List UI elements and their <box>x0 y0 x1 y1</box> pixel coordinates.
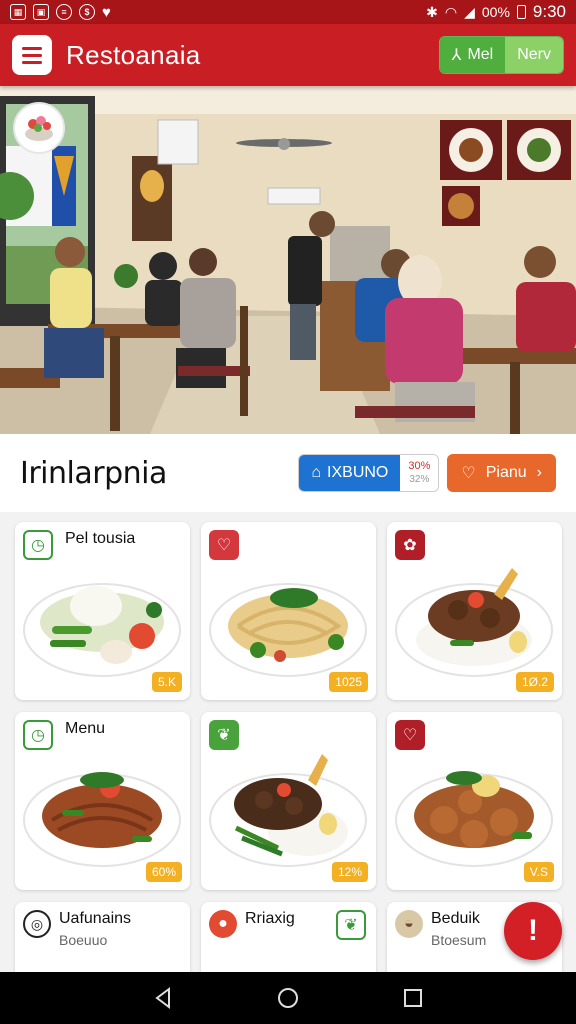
section-header: Irinlarpnia ⌂ IXBUNO 30% 32% ♡ Pianu › <box>0 434 576 512</box>
toggle-nerv-label: Nerv <box>517 46 551 63</box>
dumpling-icon: ◒ <box>395 910 423 938</box>
image-icon: ▣ <box>33 4 49 20</box>
heart-icon: ♡ <box>209 530 239 560</box>
herb-icon: ✿ <box>395 530 425 560</box>
price-badge: 5.K <box>151 672 182 692</box>
gallery-icon: ▦ <box>10 4 26 20</box>
menu-card[interactable]: ◷ Menu 60% <box>15 712 190 890</box>
lock-icon: ⌂ <box>311 464 322 481</box>
menu-card[interactable]: ❦ 12% <box>201 712 376 890</box>
price-badge: 1Ø.2 <box>515 672 554 692</box>
clock-time: 9:30 <box>532 2 566 21</box>
fried-chicken-dish-image <box>395 771 553 867</box>
restaurant-logo[interactable] <box>13 102 65 154</box>
mode-toggle[interactable]: ⅄ Mel Nerv <box>438 36 564 74</box>
recents-icon[interactable] <box>401 986 425 1010</box>
price-badge: 60% <box>145 862 182 882</box>
heart-icon: ♥ <box>102 3 111 21</box>
discount-bottom: 32% <box>409 474 430 485</box>
hero-image <box>0 86 576 434</box>
menu-grid: ◷ Pel tousia 5.K ♡ 1025 ✿ 1Ø.2 ◷ Menu 60… <box>0 512 576 972</box>
back-icon[interactable] <box>151 986 175 1010</box>
menu-card[interactable]: ♡ V.S <box>387 712 562 890</box>
hamburger-menu-button[interactable] <box>12 35 52 75</box>
menu-card-subtitle: Boeuuo <box>59 932 108 948</box>
battery-icon <box>516 5 526 19</box>
menu-card-title: Pel tousia <box>65 530 136 547</box>
battery-text: 00% <box>481 4 510 20</box>
message-icon: ≡ <box>56 4 72 20</box>
menu-card-title: Beduik <box>431 910 480 927</box>
price-badge: V.S <box>523 862 554 882</box>
promo-filter-group[interactable]: ⌂ IXBUNO 30% 32% <box>298 454 440 492</box>
menu-card-title: Menu <box>65 720 106 737</box>
chevron-right-icon: › <box>536 464 542 481</box>
hamburger-icon <box>22 46 42 50</box>
section-title: Irinlarpnia <box>20 455 167 491</box>
exclamation-icon: ! <box>528 914 538 947</box>
discount-badge: 30% 32% <box>400 455 439 491</box>
menu-card[interactable]: ◷ Pel tousia 5.K <box>15 522 190 700</box>
menu-card[interactable]: ◎ Uafunains Boeuuo <box>15 902 190 972</box>
menu-card[interactable]: ✿ 1Ø.2 <box>387 522 562 700</box>
app-title: Restoanaia <box>66 39 201 70</box>
price-badge: 1025 <box>329 672 368 692</box>
status-bar: ▦ ▣ ≡ $ ♥ ✱ ◠ ◢ 00% 9:30 <box>0 0 576 24</box>
beef-rice-dish-image <box>209 754 367 867</box>
noodle-salad-dish-image <box>23 583 181 677</box>
leaf-icon: ❦ <box>336 910 366 940</box>
spaghetti-dish-image <box>209 583 367 677</box>
restaurant-interior-illustration <box>0 86 576 434</box>
ixbuno-button[interactable]: ⌂ IXBUNO <box>299 455 401 491</box>
flower-bowl-icon <box>25 116 53 141</box>
system-nav-bar <box>0 972 576 1024</box>
dollar-icon: $ <box>79 4 95 20</box>
clock-icon: ◷ <box>23 720 53 750</box>
status-notifications: ▦ ▣ ≡ $ ♥ <box>10 4 111 21</box>
leaf-icon: ❦ <box>209 720 239 750</box>
pianu-label: Pianu <box>485 464 527 481</box>
bluetooth-icon: ✱ <box>426 3 438 20</box>
menu-card[interactable]: ● Rriaxig ❦ <box>201 902 376 972</box>
stir-fry-noodle-dish-image <box>23 772 181 867</box>
toggle-mel-label: Mel <box>467 46 494 63</box>
heart-outline-icon: ♡ <box>461 465 476 482</box>
price-badge: 12% <box>331 862 368 882</box>
menu-card-title: Uafunains <box>59 910 132 927</box>
menu-card[interactable]: ♡ 1025 <box>201 522 376 700</box>
beef-rice-dish-image <box>395 568 553 677</box>
status-system: ✱ ◠ ◢ 00% 9:30 <box>426 2 566 22</box>
toggle-mel-button[interactable]: ⅄ Mel <box>439 37 506 73</box>
menu-card-title: Rriaxig <box>245 910 295 927</box>
signal-icon: ◢ <box>464 3 475 20</box>
person-icon: ⅄ <box>451 47 462 64</box>
wifi-icon: ◠ <box>444 3 458 20</box>
toggle-nerv-button[interactable]: Nerv <box>505 37 563 73</box>
discount-top: 30% <box>408 460 431 472</box>
heart-icon: ♡ <box>395 720 425 750</box>
globe-icon: ◎ <box>23 910 51 938</box>
alert-fab-button[interactable]: ! <box>504 902 562 960</box>
app-bar: Restoanaia ⅄ Mel Nerv <box>0 24 576 86</box>
ixbuno-label: IXBUNO <box>327 464 389 481</box>
menu-card-subtitle: Btoesum <box>431 932 487 948</box>
home-icon[interactable] <box>276 986 300 1010</box>
tomato-icon: ● <box>209 910 237 938</box>
pianu-button[interactable]: ♡ Pianu › <box>447 454 556 492</box>
clock-icon: ◷ <box>23 530 53 560</box>
